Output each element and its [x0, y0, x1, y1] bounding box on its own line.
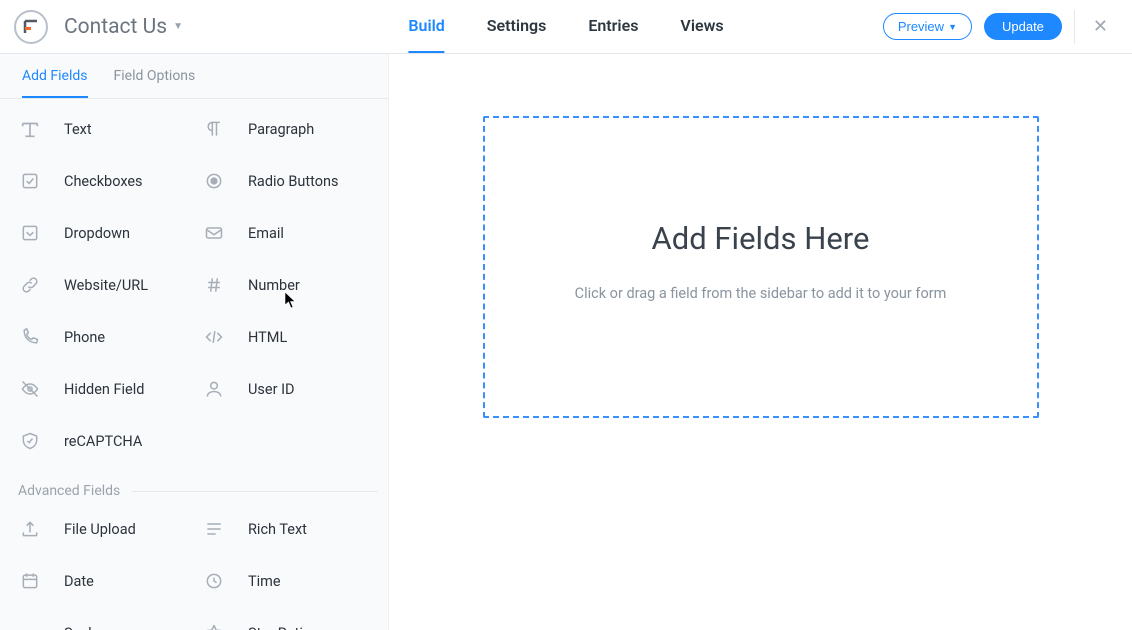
richtext-icon — [202, 517, 226, 541]
tab-entries[interactable]: Entries — [588, 0, 638, 53]
sidebar: Add Fields Field Options Text Paragraph Ch… — [0, 54, 389, 630]
field-checkboxes[interactable]: Checkboxes — [18, 169, 194, 193]
tab-views[interactable]: Views — [680, 0, 723, 53]
sidebar-tab-field-options[interactable]: Field Options — [114, 68, 196, 98]
close-button[interactable]: ✕ — [1087, 16, 1114, 37]
field-label: Hidden Field — [64, 381, 144, 398]
field-label: Dropdown — [64, 225, 130, 242]
field-star-rating[interactable]: Star Rating — [202, 621, 378, 630]
field-time[interactable]: Time — [202, 569, 378, 593]
field-html[interactable]: HTML — [202, 325, 378, 349]
field-rich-text[interactable]: Rich Text — [202, 517, 378, 541]
field-recaptcha[interactable]: reCAPTCHA — [18, 429, 194, 453]
preview-button-label: Preview — [898, 19, 944, 34]
separator — [1074, 10, 1075, 44]
upload-icon — [18, 517, 42, 541]
form-canvas: Add Fields Here Click or drag a field fr… — [389, 54, 1132, 630]
text-icon — [18, 117, 42, 141]
field-label: Phone — [64, 329, 105, 346]
tab-build[interactable]: Build — [408, 0, 444, 53]
top-bar: Contact Us ▼ Build Settings Entries View… — [0, 0, 1132, 54]
update-button[interactable]: Update — [984, 13, 1062, 40]
field-label: Paragraph — [248, 121, 314, 138]
basic-fields-grid: Text Paragraph Checkboxes Radio Buttons Drop… — [18, 117, 378, 453]
field-label: Checkboxes — [64, 173, 143, 190]
field-label: HTML — [248, 329, 287, 346]
field-radio-buttons[interactable]: Radio Buttons — [202, 169, 378, 193]
form-title-dropdown[interactable]: Contact Us ▼ — [64, 15, 183, 39]
phone-icon — [18, 325, 42, 349]
field-label: Text — [64, 121, 92, 138]
body: Add Fields Field Options Text Paragraph Ch… — [0, 54, 1132, 630]
close-icon: ✕ — [1093, 16, 1108, 37]
sidebar-tab-add-fields-label: Add Fields — [22, 68, 88, 84]
main-tabs: Build Settings Entries Views — [408, 0, 723, 53]
time-icon — [202, 569, 226, 593]
field-label: Date — [64, 573, 94, 590]
dropzone-title: Add Fields Here — [652, 220, 870, 257]
shield-icon — [18, 429, 42, 453]
chevron-down-icon: ▼ — [173, 21, 183, 32]
user-icon — [202, 377, 226, 401]
advanced-fields-label: Advanced Fields — [18, 483, 120, 499]
field-label: Scale — [64, 625, 99, 630]
checkbox-icon — [18, 169, 42, 193]
hash-icon — [202, 273, 226, 297]
field-user-id[interactable]: User ID — [202, 377, 378, 401]
tab-views-label: Views — [680, 16, 723, 35]
tab-build-label: Build — [408, 16, 444, 35]
form-title-text: Contact Us — [64, 15, 167, 39]
field-label: Rich Text — [248, 521, 307, 538]
html-icon — [202, 325, 226, 349]
field-email[interactable]: Email — [202, 221, 378, 245]
dropdown-icon — [18, 221, 42, 245]
sidebar-tab-add-fields[interactable]: Add Fields — [22, 68, 88, 98]
tab-settings[interactable]: Settings — [487, 0, 547, 53]
paragraph-icon — [202, 117, 226, 141]
email-icon — [202, 221, 226, 245]
date-icon — [18, 569, 42, 593]
advanced-fields-header: Advanced Fields — [18, 483, 378, 499]
field-label: Time — [248, 573, 281, 590]
scale-icon — [18, 621, 42, 630]
field-label: Number — [248, 277, 300, 294]
logo-icon — [23, 19, 39, 35]
fields-panel: Text Paragraph Checkboxes Radio Buttons Drop… — [0, 99, 388, 630]
advanced-fields-grid: File Upload Rich Text Date Time Scale Star Ra… — [18, 517, 378, 630]
field-label: Star Rating — [248, 625, 319, 630]
field-dropdown[interactable]: Dropdown — [18, 221, 194, 245]
field-hidden-field[interactable]: Hidden Field — [18, 377, 194, 401]
field-label: User ID — [248, 381, 295, 398]
star-icon — [202, 621, 226, 630]
field-label: File Upload — [64, 521, 136, 538]
field-phone[interactable]: Phone — [18, 325, 194, 349]
field-paragraph[interactable]: Paragraph — [202, 117, 378, 141]
field-label: Email — [248, 225, 284, 242]
top-right-actions: Preview ▼ Update ✕ — [883, 10, 1114, 44]
sidebar-tab-field-options-label: Field Options — [114, 68, 196, 84]
field-label: reCAPTCHA — [64, 433, 142, 450]
link-icon — [18, 273, 42, 297]
update-button-label: Update — [1002, 19, 1044, 34]
dropzone-subtitle: Click or drag a field from the sidebar t… — [575, 285, 947, 302]
app-logo — [14, 10, 48, 44]
field-label: Website/URL — [64, 277, 148, 294]
hidden-icon — [18, 377, 42, 401]
field-file-upload[interactable]: File Upload — [18, 517, 194, 541]
tab-settings-label: Settings — [487, 16, 547, 35]
tab-entries-label: Entries — [588, 16, 638, 35]
preview-button[interactable]: Preview ▼ — [883, 13, 972, 40]
field-label: Radio Buttons — [248, 173, 339, 190]
field-date[interactable]: Date — [18, 569, 194, 593]
chevron-down-icon: ▼ — [948, 22, 957, 32]
field-scale[interactable]: Scale — [18, 621, 194, 630]
dropzone[interactable]: Add Fields Here Click or drag a field fr… — [483, 116, 1039, 418]
field-number[interactable]: Number — [202, 273, 378, 297]
field-website-url[interactable]: Website/URL — [18, 273, 194, 297]
field-text[interactable]: Text — [18, 117, 194, 141]
radio-icon — [202, 169, 226, 193]
sidebar-tabs: Add Fields Field Options — [0, 54, 388, 99]
